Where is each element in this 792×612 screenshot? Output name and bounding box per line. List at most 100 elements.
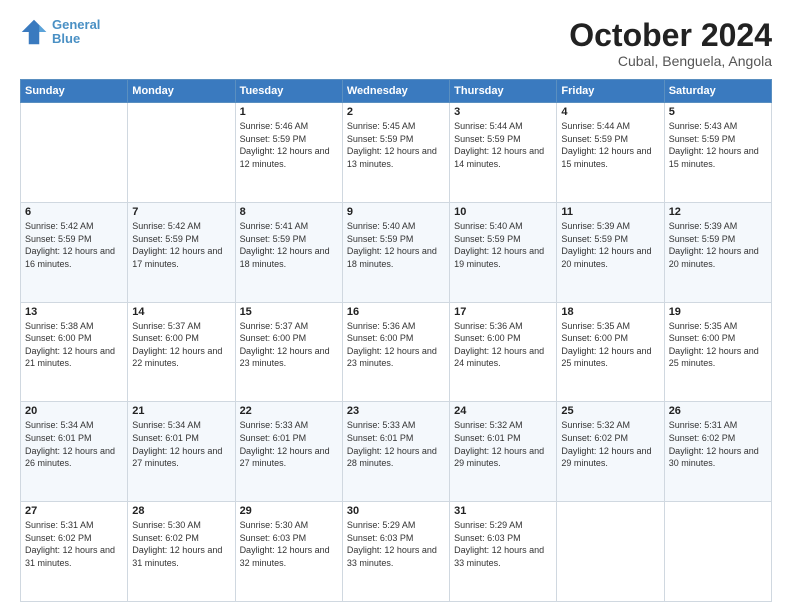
week-row-1: 1 Sunrise: 5:46 AM Sunset: 5:59 PM Daylig… (21, 103, 772, 203)
day-header-sunday: Sunday (21, 80, 128, 103)
day-info: Sunrise: 5:33 AM Sunset: 6:01 PM Dayligh… (240, 419, 338, 469)
day-number: 21 (132, 405, 230, 417)
day-info: Sunrise: 5:31 AM Sunset: 6:02 PM Dayligh… (669, 419, 767, 469)
day-info: Sunrise: 5:39 AM Sunset: 5:59 PM Dayligh… (669, 220, 767, 270)
calendar-cell: 1 Sunrise: 5:46 AM Sunset: 5:59 PM Daylig… (235, 103, 342, 203)
calendar-cell: 2Sunrise: 5:45 AM Sunset: 5:59 PM Daylig… (342, 103, 449, 203)
calendar-cell: 31 Sunrise: 5:29 AM Sunset: 6:03 PM Dayli… (450, 502, 557, 602)
day-info: Sunrise: 5:32 AM Sunset: 6:01 PM Dayligh… (454, 419, 552, 469)
calendar-cell: 11 Sunrise: 5:39 AM Sunset: 5:59 PM Dayli… (557, 202, 664, 302)
day-number: 24 (454, 405, 552, 417)
day-number: 28 (132, 505, 230, 517)
day-info: Sunrise: 5:32 AM Sunset: 6:02 PM Dayligh… (561, 419, 659, 469)
day-number: 1 (240, 106, 338, 118)
calendar-cell: 16 Sunrise: 5:36 AM Sunset: 6:00 PM Dayli… (342, 302, 449, 402)
calendar-cell: 6Sunrise: 5:42 AM Sunset: 5:59 PM Daylig… (21, 202, 128, 302)
day-number: 30 (347, 505, 445, 517)
calendar-cell (557, 502, 664, 602)
title-block: October 2024 Cubal, Benguela, Angola (569, 18, 772, 69)
day-info: Sunrise: 5:43 AM Sunset: 5:59 PM Dayligh… (669, 120, 767, 170)
calendar-cell: 29 Sunrise: 5:30 AM Sunset: 6:03 PM Dayli… (235, 502, 342, 602)
day-info: Sunrise: 5:30 AM Sunset: 6:03 PM Dayligh… (240, 519, 338, 569)
day-number: 26 (669, 405, 767, 417)
day-info: Sunrise: 5:37 AM Sunset: 6:00 PM Dayligh… (132, 320, 230, 370)
month-title: October 2024 (569, 18, 772, 53)
day-number: 19 (669, 306, 767, 318)
day-number: 11 (561, 206, 659, 218)
day-header-thursday: Thursday (450, 80, 557, 103)
day-number: 29 (240, 505, 338, 517)
day-number: 7 (132, 206, 230, 218)
calendar-cell: 17 Sunrise: 5:36 AM Sunset: 6:00 PM Dayli… (450, 302, 557, 402)
day-info: Sunrise: 5:40 AM Sunset: 5:59 PM Dayligh… (454, 220, 552, 270)
day-info: Sunrise: 5:46 AM Sunset: 5:59 PM Dayligh… (240, 120, 338, 170)
day-number: 16 (347, 306, 445, 318)
calendar-cell: 26 Sunrise: 5:31 AM Sunset: 6:02 PM Dayli… (664, 402, 771, 502)
calendar-cell: 10 Sunrise: 5:40 AM Sunset: 5:59 PM Dayli… (450, 202, 557, 302)
day-header-monday: Monday (128, 80, 235, 103)
calendar-cell: 28 Sunrise: 5:30 AM Sunset: 6:02 PM Dayli… (128, 502, 235, 602)
calendar-cell: 24 Sunrise: 5:32 AM Sunset: 6:01 PM Dayli… (450, 402, 557, 502)
day-info: Sunrise: 5:44 AM Sunset: 5:59 PM Dayligh… (561, 120, 659, 170)
calendar-cell: 20 Sunrise: 5:34 AM Sunset: 6:01 PM Dayli… (21, 402, 128, 502)
day-number: 18 (561, 306, 659, 318)
day-number: 17 (454, 306, 552, 318)
day-number: 20 (25, 405, 123, 417)
calendar-cell: 27Sunrise: 5:31 AM Sunset: 6:02 PM Dayli… (21, 502, 128, 602)
day-number: 3 (454, 106, 552, 118)
day-info: Sunrise: 5:39 AM Sunset: 5:59 PM Dayligh… (561, 220, 659, 270)
day-info: Sunrise: 5:36 AM Sunset: 6:00 PM Dayligh… (347, 320, 445, 370)
logo-text: General Blue (52, 18, 100, 47)
day-info: Sunrise: 5:33 AM Sunset: 6:01 PM Dayligh… (347, 419, 445, 469)
day-info: Sunrise: 5:29 AM Sunset: 6:03 PM Dayligh… (454, 519, 552, 569)
calendar-cell: 9 Sunrise: 5:40 AM Sunset: 5:59 PM Daylig… (342, 202, 449, 302)
logo: General Blue (20, 18, 100, 47)
calendar-cell: 21Sunrise: 5:34 AM Sunset: 6:01 PM Dayli… (128, 402, 235, 502)
page: General Blue October 2024 Cubal, Benguel… (0, 0, 792, 612)
day-info: Sunrise: 5:45 AM Sunset: 5:59 PM Dayligh… (347, 120, 445, 170)
subtitle: Cubal, Benguela, Angola (569, 53, 772, 69)
day-number: 14 (132, 306, 230, 318)
logo-line2: Blue (52, 31, 80, 46)
header: General Blue October 2024 Cubal, Benguel… (20, 18, 772, 69)
day-info: Sunrise: 5:37 AM Sunset: 6:00 PM Dayligh… (240, 320, 338, 370)
calendar-cell: 18Sunrise: 5:35 AM Sunset: 6:00 PM Dayli… (557, 302, 664, 402)
day-header-saturday: Saturday (664, 80, 771, 103)
calendar-cell: 4 Sunrise: 5:44 AM Sunset: 5:59 PM Daylig… (557, 103, 664, 203)
logo-line1: General (52, 17, 100, 32)
day-number: 22 (240, 405, 338, 417)
calendar-cell (128, 103, 235, 203)
day-info: Sunrise: 5:38 AM Sunset: 6:00 PM Dayligh… (25, 320, 123, 370)
calendar-cell: 15 Sunrise: 5:37 AM Sunset: 6:00 PM Dayli… (235, 302, 342, 402)
day-info: Sunrise: 5:30 AM Sunset: 6:02 PM Dayligh… (132, 519, 230, 569)
day-info: Sunrise: 5:36 AM Sunset: 6:00 PM Dayligh… (454, 320, 552, 370)
week-row-2: 6Sunrise: 5:42 AM Sunset: 5:59 PM Daylig… (21, 202, 772, 302)
calendar: SundayMondayTuesdayWednesdayThursdayFrid… (20, 79, 772, 602)
day-number: 27 (25, 505, 123, 517)
calendar-cell: 3 Sunrise: 5:44 AM Sunset: 5:59 PM Daylig… (450, 103, 557, 203)
days-header-row: SundayMondayTuesdayWednesdayThursdayFrid… (21, 80, 772, 103)
week-row-3: 13Sunrise: 5:38 AM Sunset: 6:00 PM Dayli… (21, 302, 772, 402)
calendar-cell (664, 502, 771, 602)
day-info: Sunrise: 5:41 AM Sunset: 5:59 PM Dayligh… (240, 220, 338, 270)
week-row-4: 20 Sunrise: 5:34 AM Sunset: 6:01 PM Dayli… (21, 402, 772, 502)
calendar-cell: 19 Sunrise: 5:35 AM Sunset: 6:00 PM Dayli… (664, 302, 771, 402)
day-info: Sunrise: 5:35 AM Sunset: 6:00 PM Dayligh… (669, 320, 767, 370)
day-header-friday: Friday (557, 80, 664, 103)
day-header-tuesday: Tuesday (235, 80, 342, 103)
day-header-wednesday: Wednesday (342, 80, 449, 103)
day-info: Sunrise: 5:44 AM Sunset: 5:59 PM Dayligh… (454, 120, 552, 170)
day-number: 23 (347, 405, 445, 417)
calendar-cell: 14 Sunrise: 5:37 AM Sunset: 6:00 PM Dayli… (128, 302, 235, 402)
day-info: Sunrise: 5:34 AM Sunset: 6:01 PM Dayligh… (25, 419, 123, 469)
day-number: 4 (561, 106, 659, 118)
day-number: 15 (240, 306, 338, 318)
day-number: 31 (454, 505, 552, 517)
day-number: 9 (347, 206, 445, 218)
day-info: Sunrise: 5:42 AM Sunset: 5:59 PM Dayligh… (25, 220, 123, 270)
calendar-cell: 13Sunrise: 5:38 AM Sunset: 6:00 PM Dayli… (21, 302, 128, 402)
day-info: Sunrise: 5:40 AM Sunset: 5:59 PM Dayligh… (347, 220, 445, 270)
calendar-cell: 12Sunrise: 5:39 AM Sunset: 5:59 PM Dayli… (664, 202, 771, 302)
calendar-cell: 23 Sunrise: 5:33 AM Sunset: 6:01 PM Dayli… (342, 402, 449, 502)
day-number: 10 (454, 206, 552, 218)
